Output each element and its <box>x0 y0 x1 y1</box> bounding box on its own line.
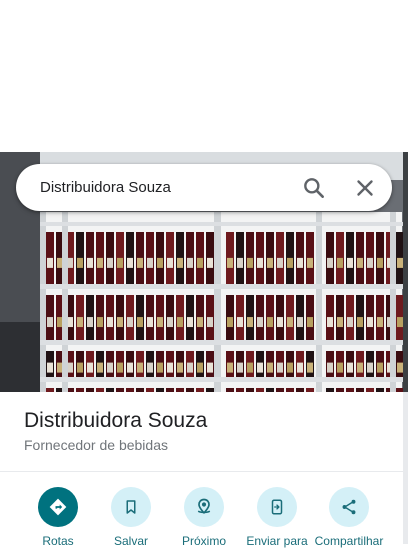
place-title: Distribuidora Souza <box>24 409 208 432</box>
search-input[interactable] <box>40 164 290 211</box>
share-label: Compartilhar <box>314 534 384 548</box>
search-box <box>16 164 392 211</box>
close-icon <box>357 180 373 196</box>
map-blank-area <box>0 0 408 152</box>
send-to-phone-button[interactable]: Enviar para <box>237 487 317 548</box>
send-to-phone-icon <box>257 487 297 527</box>
save-button[interactable]: Salvar <box>91 487 171 548</box>
send-to-phone-label: Enviar para <box>246 534 308 548</box>
directions-icon <box>38 487 78 527</box>
scrollbar-thumb[interactable] <box>403 152 408 392</box>
directions-label: Rotas <box>42 534 74 548</box>
nearby-icon <box>184 487 224 527</box>
clear-search-button[interactable] <box>352 175 378 201</box>
bookmark-icon <box>111 487 151 527</box>
search-button[interactable] <box>301 175 327 201</box>
nearby-button[interactable]: Próximo <box>164 487 244 548</box>
share-icon <box>329 487 369 527</box>
share-button[interactable]: Compartilhar <box>309 487 389 548</box>
directions-button[interactable]: Rotas <box>18 487 98 548</box>
nearby-label: Próximo <box>181 534 226 548</box>
search-icon <box>304 178 324 198</box>
divider <box>0 471 403 472</box>
place-category[interactable]: Fornecedor de bebidas <box>24 437 168 453</box>
place-info-panel: Distribuidora Souza Fornecedor de bebida… <box>0 392 403 548</box>
save-label: Salvar <box>113 534 148 548</box>
